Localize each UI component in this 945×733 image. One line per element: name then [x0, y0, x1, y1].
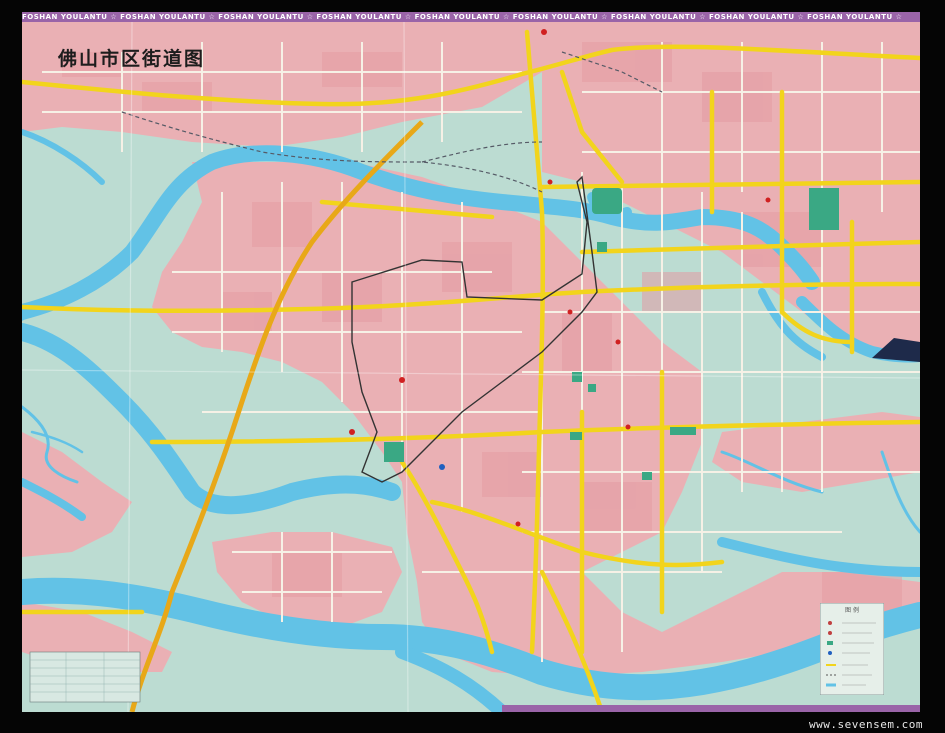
- legend-box: 图 例: [819, 602, 885, 696]
- street-map[interactable]: [22, 12, 920, 712]
- legend-title: 图 例: [845, 607, 859, 614]
- watermark: www.sevensem.com: [809, 718, 923, 731]
- legend-graphic: [819, 602, 885, 696]
- header-banner-text: FOSHAN YOULANTU ☆ FOSHAN YOULANTU ☆ FOSH…: [22, 13, 903, 21]
- info-table: [29, 651, 141, 703]
- map-title: 佛山市区街道图: [58, 48, 206, 70]
- footer-banner: [502, 705, 920, 712]
